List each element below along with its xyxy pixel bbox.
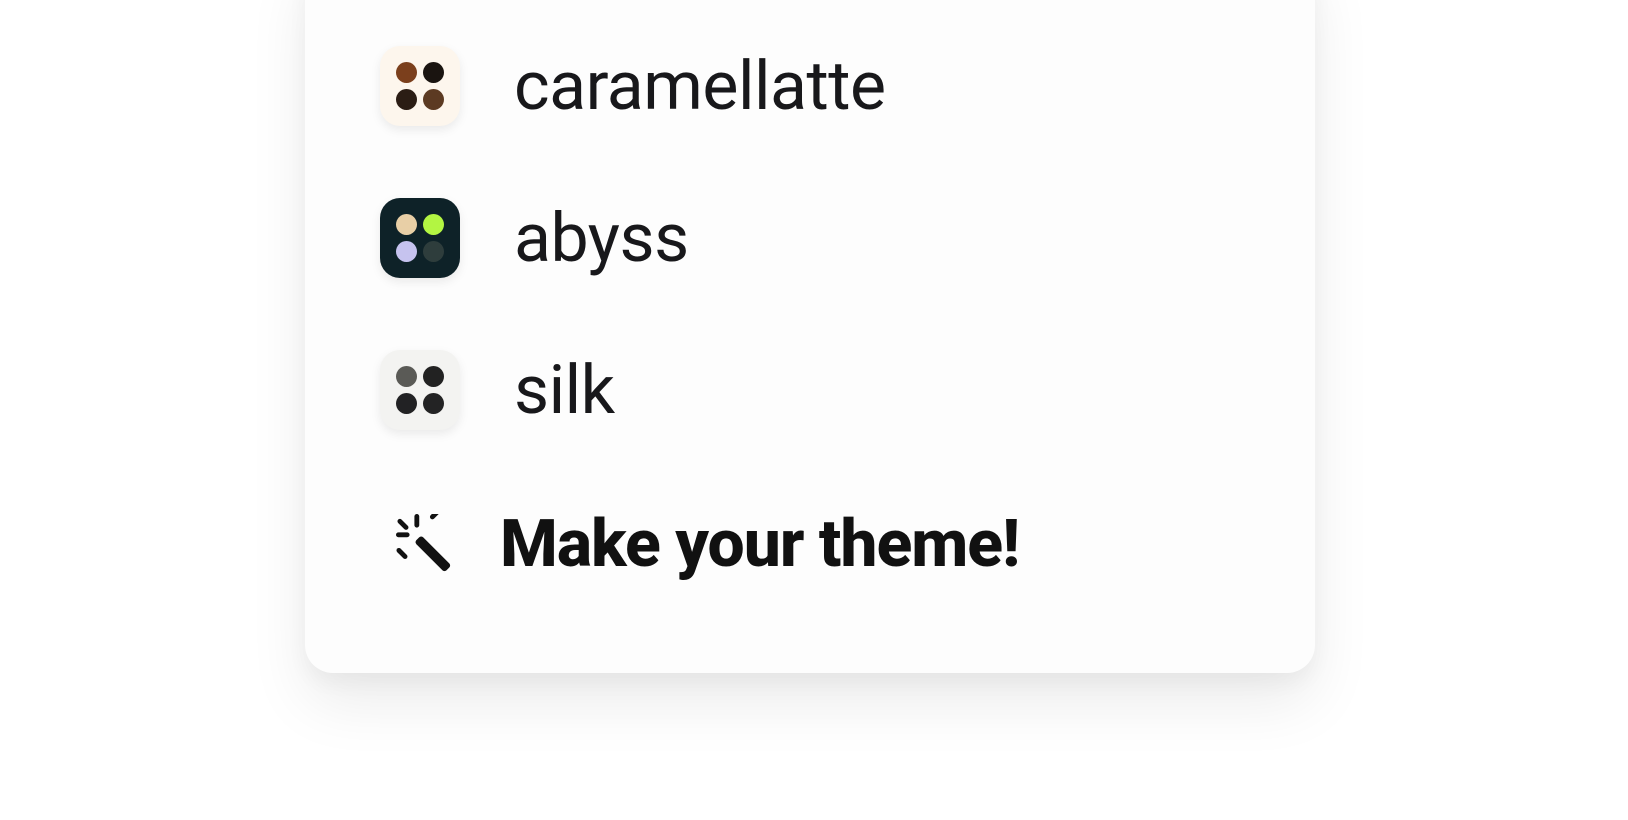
theme-option-caramellatte[interactable]: caramellatte [380, 10, 1240, 162]
theme-swatch-icon [380, 46, 460, 126]
theme-label: abyss [514, 198, 689, 278]
cta-label: Make your theme! [500, 506, 1019, 583]
theme-dropdown-panel: caramellatte abyss silk M [305, 0, 1315, 673]
theme-option-silk[interactable]: silk [380, 314, 1240, 466]
make-your-theme-button[interactable]: Make your theme! [380, 466, 1240, 583]
theme-swatch-icon [380, 350, 460, 430]
magic-wand-icon [396, 514, 458, 576]
theme-label: caramellatte [514, 46, 886, 126]
theme-label: silk [514, 350, 615, 430]
theme-option-abyss[interactable]: abyss [380, 162, 1240, 314]
theme-swatch-icon [380, 198, 460, 278]
